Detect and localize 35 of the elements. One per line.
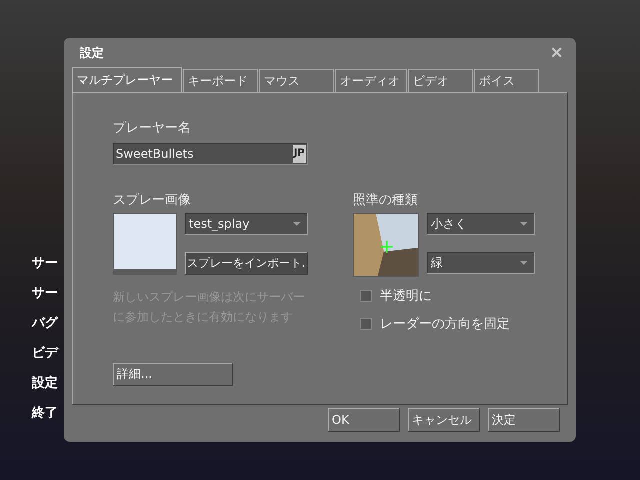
menu-item[interactable]: サー: [32, 284, 58, 304]
checkbox[interactable]: [360, 290, 372, 302]
import-spray-button[interactable]: スプレーをインポート.: [185, 252, 308, 275]
menu-item[interactable]: 終了: [32, 404, 58, 424]
caret-icon: [520, 222, 528, 226]
advanced-button[interactable]: 詳細...: [113, 363, 233, 386]
checkbox-label: レーダーの方向を固定: [380, 316, 510, 333]
checkbox[interactable]: [360, 318, 372, 330]
menu-item[interactable]: サー: [32, 254, 58, 274]
spray-label: スプレー画像: [113, 193, 192, 209]
crosshair-label: 照準の種類: [353, 193, 419, 209]
dialog-title: 設定: [80, 44, 104, 62]
tab[interactable]: ビデオ: [408, 69, 473, 92]
spray-dropdown[interactable]: test_splay: [185, 213, 308, 235]
player-name-field[interactable]: SweetBullets JP: [113, 143, 308, 165]
apply-button[interactable]: 決定: [488, 408, 560, 432]
ime-badge: JP: [292, 145, 306, 163]
crosshair-size-dropdown[interactable]: 小さく: [427, 213, 535, 235]
crosshair-preview-drawing: [353, 213, 419, 277]
caret-icon: [520, 261, 528, 265]
menu-item[interactable]: 設定: [32, 374, 58, 394]
caret-icon: [293, 222, 301, 226]
crosshair-color-dropdown[interactable]: 緑: [427, 252, 535, 274]
player-name-label: プレーヤー名: [113, 121, 192, 137]
menu-item[interactable]: バグ: [32, 314, 58, 334]
tab[interactable]: キーボード: [183, 69, 258, 92]
ok-button[interactable]: OK: [328, 408, 400, 432]
menu-item[interactable]: ビデ: [32, 344, 58, 364]
tab[interactable]: オーディオ: [335, 69, 407, 92]
tab[interactable]: ボイス: [474, 69, 539, 92]
tab[interactable]: マウス: [259, 69, 334, 92]
cancel-button[interactable]: キャンセル: [408, 408, 480, 432]
tab[interactable]: マルチプレーヤー: [72, 67, 182, 92]
spray-image-placeholder: [113, 213, 177, 275]
checkbox-label: 半透明に: [380, 288, 432, 305]
